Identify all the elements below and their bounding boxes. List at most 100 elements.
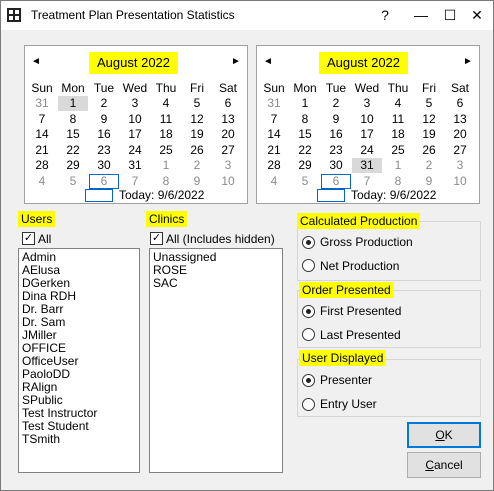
users-all-checkbox[interactable]: ✓ [22,232,35,245]
today-link[interactable]: Today: 9/6/2022 [351,188,436,202]
calendar-day[interactable]: 11 [151,112,181,127]
calendar-day[interactable]: 5 [414,96,444,111]
presenter-radio[interactable] [302,374,315,387]
next-month-icon[interactable]: ► [463,56,473,67]
clinics-all-checkbox[interactable]: ✓ [150,232,163,245]
calendar-day[interactable]: 29 [290,158,320,173]
calendar-day[interactable]: 7 [27,112,57,127]
net-production-radio[interactable] [302,259,315,272]
calendar-day[interactable]: 28 [259,158,289,173]
gross-production-radio[interactable] [302,236,315,249]
list-item[interactable]: SAC [153,277,279,290]
calendar-day[interactable]: 23 [321,143,351,158]
calendar-day[interactable]: 30 [89,158,119,173]
entry-user-radio[interactable] [302,398,315,411]
first-presented-radio[interactable] [302,305,315,318]
calendar-day[interactable]: 16 [89,127,119,142]
calendar-day[interactable]: 8 [290,112,320,127]
calendar-day[interactable]: 4 [27,174,57,189]
calendar-day[interactable]: 9 [182,174,212,189]
calendar-day[interactable]: 26 [414,143,444,158]
list-item[interactable]: TSmith [22,433,136,446]
calendar-day[interactable]: 12 [182,112,212,127]
calendar-day[interactable]: 18 [151,127,181,142]
calendar-day[interactable]: 1 [151,158,181,173]
last-presented-radio[interactable] [302,328,315,341]
calendar-day[interactable]: 1 [58,96,88,111]
calendar-day[interactable]: 5 [58,174,88,189]
calendar-day[interactable]: 21 [27,143,57,158]
calendar-day[interactable]: 8 [383,174,413,189]
calendar-day[interactable]: 31 [120,158,150,173]
calendar-day[interactable]: 18 [383,127,413,142]
calendar-day[interactable]: 17 [352,127,382,142]
calendar-day[interactable]: 15 [58,127,88,142]
calendar-day[interactable]: 29 [58,158,88,173]
next-month-icon[interactable]: ► [231,56,241,67]
calendar-day[interactable]: 4 [151,96,181,111]
help-button[interactable]: ? [367,1,403,30]
ok-button[interactable]: OK [407,422,481,448]
calendar-day[interactable]: 21 [259,143,289,158]
calendar-day[interactable]: 13 [445,112,475,127]
calendar-day[interactable]: 22 [290,143,320,158]
calendar-day[interactable]: 19 [182,127,212,142]
calendar-day[interactable]: 30 [321,158,351,173]
calendar-day[interactable]: 14 [259,127,289,142]
calendar-day[interactable]: 10 [445,174,475,189]
calendar-day[interactable]: 5 [290,174,320,189]
calendar-day[interactable]: 19 [414,127,444,142]
calendar-day[interactable]: 28 [27,158,57,173]
prev-month-icon[interactable]: ◄ [263,56,273,67]
calendar-day[interactable]: 9 [321,112,351,127]
calendar-day[interactable]: 3 [213,158,243,173]
calendar-day[interactable]: 2 [321,96,351,111]
calendar-day[interactable]: 2 [414,158,444,173]
calendar-day[interactable]: 31 [27,96,57,111]
calendar-day[interactable]: 17 [120,127,150,142]
calendar-day[interactable]: 9 [414,174,444,189]
calendar-day[interactable]: 4 [259,174,289,189]
calendar-day[interactable]: 3 [352,96,382,111]
calendar-day[interactable]: 2 [182,158,212,173]
calendar-end[interactable]: ◄ August 2022 ► Sun Mon Tue Wed Thu Fri … [256,45,480,204]
month-label[interactable]: August 2022 [319,52,409,74]
calendar-day[interactable]: 22 [58,143,88,158]
calendar-day[interactable]: 27 [213,143,243,158]
calendar-day[interactable]: 27 [445,143,475,158]
calendar-day[interactable]: 25 [151,143,181,158]
calendar-day[interactable]: 31 [352,158,382,173]
calendar-day[interactable]: 16 [321,127,351,142]
calendar-day[interactable]: 2 [89,96,119,111]
calendar-day[interactable]: 9 [89,112,119,127]
calendar-day[interactable]: 25 [383,143,413,158]
calendar-day[interactable]: 14 [27,127,57,142]
calendar-day[interactable]: 8 [151,174,181,189]
calendar-day[interactable]: 12 [414,112,444,127]
calendar-day[interactable]: 10 [120,112,150,127]
calendar-day[interactable]: 15 [290,127,320,142]
calendar-day[interactable]: 24 [120,143,150,158]
calendar-day[interactable]: 23 [89,143,119,158]
clinics-listbox[interactable]: Unassigned ROSE SAC [149,248,283,473]
today-link[interactable]: Today: 9/6/2022 [119,188,204,202]
calendar-day[interactable]: 11 [383,112,413,127]
close-button[interactable]: ✕ [459,1,494,30]
calendar-day[interactable]: 20 [213,127,243,142]
calendar-day[interactable]: 4 [383,96,413,111]
calendar-day[interactable]: 7 [120,174,150,189]
cancel-button[interactable]: Cancel [407,452,481,478]
calendar-day[interactable]: 20 [445,127,475,142]
calendar-start[interactable]: ◄ August 2022 ► Sun Mon Tue Wed Thu Fri … [24,45,248,204]
calendar-day[interactable]: 3 [120,96,150,111]
calendar-day[interactable]: 6 [445,96,475,111]
calendar-day[interactable]: 26 [182,143,212,158]
calendar-day[interactable]: 8 [58,112,88,127]
calendar-day[interactable]: 31 [259,96,289,111]
calendar-day[interactable]: 10 [213,174,243,189]
calendar-day[interactable]: 13 [213,112,243,127]
calendar-day[interactable]: 3 [445,158,475,173]
users-listbox[interactable]: Admin AElusa DGerken Dina RDH Dr. Barr D… [18,248,140,473]
calendar-day[interactable]: 7 [352,174,382,189]
calendar-day[interactable]: 1 [290,96,320,111]
